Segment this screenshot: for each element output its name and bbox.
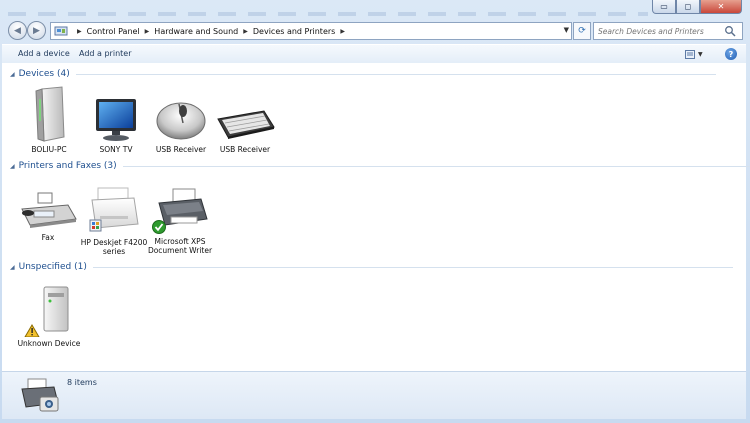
device-item[interactable]: USB Receiver (145, 95, 217, 154)
close-icon: ✕ (717, 2, 725, 11)
maximize-icon: ◻ (684, 2, 692, 11)
search-input[interactable] (594, 25, 724, 37)
add-printer-button[interactable]: Add a printer (79, 49, 131, 58)
device-label: USB Receiver (155, 145, 207, 154)
breadcrumb-devices-and-printers[interactable]: Devices and Printers (253, 27, 335, 36)
device-label: SONY TV (99, 145, 133, 154)
group-header-unspecified[interactable]: ◢ Unspecified (1) (10, 262, 733, 272)
add-device-button[interactable]: Add a device (18, 49, 70, 58)
chevron-down-icon: ◢ (10, 70, 15, 78)
window-frame: ▭ ◻ ✕ ◀ ▶ ▶ Control Panel ▶ Hardware and… (0, 0, 750, 423)
printer-label-line2: Document Writer (147, 246, 213, 255)
printer-label-line1: Fax (41, 233, 55, 242)
item-count: 8 items (67, 378, 97, 387)
breadcrumb-separator-icon: ▶ (144, 27, 150, 35)
group-title: Unspecified (1) (18, 262, 87, 272)
breadcrumb-separator-icon: ▶ (243, 27, 248, 35)
group-title: Printers and Faxes (3) (18, 161, 117, 171)
printer-label-line1: Microsoft XPS (154, 237, 206, 246)
view-icon (685, 50, 695, 59)
close-button[interactable]: ✕ (700, 0, 742, 14)
xps-printer-icon (152, 188, 208, 234)
printer-label: Microsoft XPS Document Writer (144, 237, 216, 255)
forward-button[interactable]: ▶ (27, 21, 46, 40)
printer-label-line1: HP Deskjet F4200 (80, 238, 148, 247)
printer-item[interactable]: Microsoft XPS Document Writer (144, 187, 216, 255)
chevron-down-icon: ◢ (10, 162, 15, 170)
navigation-bar: ◀ ▶ ▶ Control Panel ▶ Hardware and Sound… (0, 18, 750, 44)
device-item[interactable]: USB Receiver (209, 97, 281, 154)
breadcrumb-control-panel[interactable]: Control Panel (87, 27, 140, 36)
control-panel-icon (54, 26, 68, 36)
computer-tower-icon (35, 86, 65, 142)
breadcrumb-separator-icon: ▶ (77, 27, 82, 35)
device-item[interactable]: SONY TV (80, 97, 152, 154)
group-header-printers-and-faxes[interactable]: ◢ Printers and Faxes (3) (10, 161, 750, 171)
unknown-device-item[interactable]: Unknown Device (13, 285, 85, 348)
forward-arrow-icon: ▶ (33, 25, 40, 36)
checkmark-icon (152, 220, 166, 234)
devices-view: ◢ Devices (4) BOLIU-PC SONY TV USB Recei… (2, 63, 750, 371)
printer-label-line2: series (102, 247, 126, 256)
minimize-icon: ▭ (660, 2, 668, 11)
maximize-button[interactable]: ◻ (676, 0, 700, 14)
command-bar: Add a device Add a printer ▼ ? (2, 44, 746, 65)
printer-item[interactable]: Fax (12, 191, 84, 242)
address-dropdown-icon[interactable]: ▼ (564, 26, 569, 34)
fax-icon (21, 192, 77, 228)
details-pane: 8 items (2, 371, 746, 419)
chevron-down-icon: ◢ (10, 263, 15, 271)
refresh-button[interactable]: ⟳ (573, 22, 591, 40)
hp-printer-icon (89, 187, 139, 232)
devices-and-printers-icon (21, 378, 59, 412)
mouse-icon (156, 102, 206, 140)
device-item[interactable]: BOLIU-PC (13, 85, 85, 154)
back-button[interactable]: ◀ (8, 21, 27, 40)
blurred-background-text (8, 12, 648, 16)
breadcrumb-hardware-and-sound[interactable]: Hardware and Sound (154, 27, 238, 36)
search-icon[interactable] (724, 25, 736, 37)
group-divider (122, 165, 750, 167)
keyboard-icon (217, 110, 275, 139)
search-box (593, 22, 743, 40)
generic-device-icon (24, 286, 69, 337)
address-bar[interactable]: ▶ Control Panel ▶ Hardware and Sound ▶ D… (50, 22, 572, 40)
device-label: USB Receiver (219, 145, 271, 154)
group-divider (75, 73, 716, 75)
back-arrow-icon: ◀ (14, 25, 21, 36)
device-label: Unknown Device (17, 339, 81, 348)
minimize-button[interactable]: ▭ (652, 0, 676, 14)
breadcrumb-separator-icon: ▶ (340, 27, 345, 35)
view-options-button[interactable]: ▼ (685, 49, 711, 60)
refresh-icon: ⟳ (578, 26, 586, 36)
printer-label: Fax (12, 233, 84, 242)
help-button[interactable]: ? (725, 48, 737, 60)
help-icon: ? (728, 49, 734, 59)
view-dropdown-icon: ▼ (698, 51, 703, 58)
device-label: BOLIU-PC (31, 145, 67, 154)
group-divider (92, 266, 733, 268)
group-header-devices[interactable]: ◢ Devices (4) (10, 69, 716, 79)
title-bar: ▭ ◻ ✕ (0, 0, 750, 18)
window-controls: ▭ ◻ ✕ (652, 0, 742, 14)
group-title: Devices (4) (18, 69, 70, 79)
monitor-icon (96, 99, 136, 141)
printer-item[interactable]: HP Deskjet F4200 series (78, 186, 150, 256)
printer-label: HP Deskjet F4200 series (78, 238, 150, 256)
